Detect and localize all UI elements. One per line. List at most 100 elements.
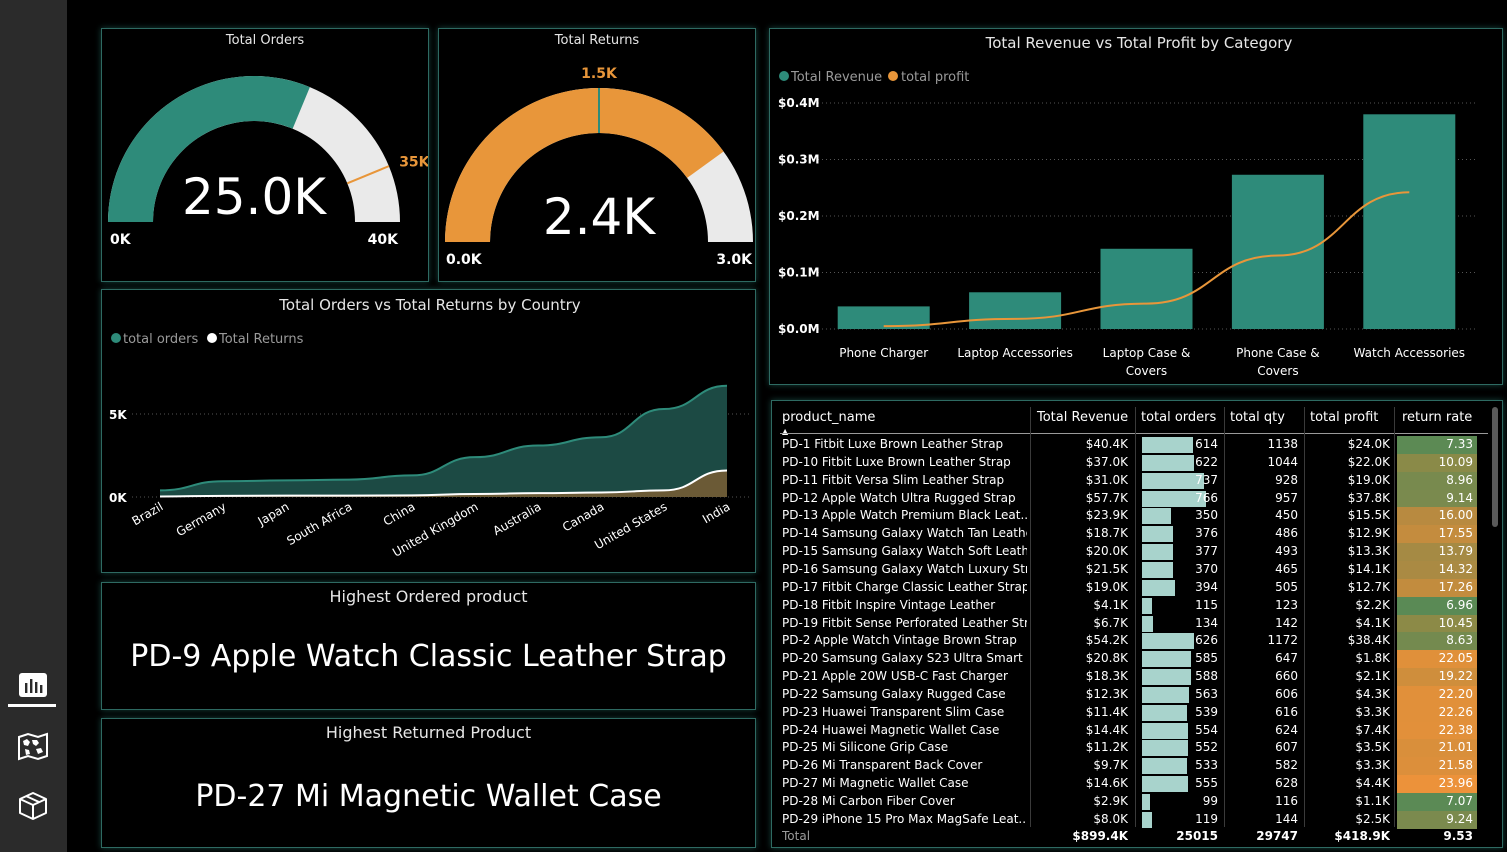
orders-cell: 377 (1195, 544, 1218, 559)
profit-cell: $1.8K (1355, 651, 1390, 666)
column-header-product-name[interactable]: product_name (782, 410, 875, 425)
revenue-cell: $23.9K (1085, 508, 1128, 523)
total-orders-card: Total Orders 35K 0K 40K 25.0K (101, 28, 429, 282)
sort-ascending-icon[interactable]: ▲ (782, 427, 788, 436)
table-row[interactable]: PD-28 Mi Carbon Fiber Cover $2.9K 99 116 $1.… (772, 793, 1482, 811)
product-name-cell: PD-29 iPhone 15 Pro Max MagSafe Leat... (782, 811, 1027, 826)
revenue-cell: $21.5K (1085, 561, 1128, 576)
return-rate-cell: 6.96 (1397, 596, 1477, 615)
column-header-revenue[interactable]: Total Revenue (1037, 410, 1128, 425)
return-rate-value: 6.96 (1446, 597, 1473, 612)
table-row[interactable]: PD-20 Samsung Galaxy S23 Ultra Smart ...… (772, 650, 1482, 669)
table-row[interactable]: PD-29 iPhone 15 Pro Max MagSafe Leat... $… (772, 810, 1482, 829)
revenue-cell: $9.7K (1093, 758, 1128, 773)
table-row[interactable]: PD-12 Apple Watch Ultra Rugged Strap $57.… (772, 489, 1482, 508)
profit-cell: $7.4K (1355, 722, 1390, 737)
profit-cell: $2.5K (1355, 811, 1390, 826)
total-returns-gauge: 1.5K 0.0K 3.0K 2.4K (445, 66, 753, 268)
return-rate-value: 17.55 (1438, 526, 1473, 541)
column-header-profit[interactable]: total profit (1310, 410, 1378, 425)
legend-label-orders: total orders (123, 332, 199, 347)
legend-marker-profit (888, 71, 898, 81)
table-row[interactable]: PD-21 Apple 20W USB-C Fast Charger $18.3K… (772, 668, 1482, 687)
report-icon[interactable] (11, 666, 55, 704)
qty-cell: 607 (1275, 740, 1298, 755)
active-page-indicator (8, 704, 56, 707)
table-row[interactable]: PD-26 Mi Transparent Back Cover $9.7K 533 5… (772, 757, 1482, 776)
qty-cell: 957 (1275, 490, 1298, 505)
table-row[interactable]: PD-10 Fitbit Luxe Brown Leather Strap $37… (772, 453, 1482, 472)
x-tick-label: Japan (255, 499, 292, 528)
total-return-rate: 9.53 (1443, 829, 1473, 843)
return-rate-value: 22.26 (1438, 704, 1473, 719)
return-rate-cell: 10.09 (1397, 453, 1477, 472)
table-row[interactable]: PD-14 Samsung Galaxy Watch Tan Leather $1… (772, 525, 1482, 544)
table-row[interactable]: PD-18 Fitbit Inspire Vintage Leather $4.1… (772, 596, 1482, 615)
table-row[interactable]: PD-27 Mi Magnetic Wallet Case $14.6K 555 62… (772, 775, 1482, 794)
table-row[interactable]: PD-11 Fitbit Versa Slim Leather Strap $31… (772, 471, 1482, 490)
map-icon[interactable] (11, 727, 55, 765)
orders-cell: 376 (1195, 526, 1218, 541)
revenue-cell: $11.4K (1085, 704, 1128, 719)
table-row[interactable]: PD-23 Huawei Transparent Slim Case $11.4K… (772, 703, 1482, 722)
product-name-cell: PD-14 Samsung Galaxy Watch Tan Leather (782, 526, 1027, 541)
profit-cell: $1.1K (1355, 794, 1390, 808)
product-name-cell: PD-12 Apple Watch Ultra Rugged Strap (782, 490, 1016, 505)
table-row[interactable]: PD-25 Mi Silicone Grip Case $11.2K 552 607 $… (772, 739, 1482, 758)
column-header-return-rate[interactable]: return rate (1402, 410, 1472, 425)
table-row[interactable]: PD-16 Samsung Galaxy Watch Luxury Str...… (772, 560, 1482, 579)
column-header-qty[interactable]: total qty (1230, 410, 1285, 425)
highest-ordered-value: PD-9 Apple Watch Classic Leather Strap (130, 639, 727, 674)
product-name-cell: PD-11 Fitbit Versa Slim Leather Strap (782, 472, 1005, 487)
table-row[interactable]: PD-19 Fitbit Sense Perforated Leather St… (772, 614, 1482, 633)
x-tick-label: Germany (174, 499, 229, 539)
orders-cell: 119 (1195, 811, 1218, 826)
profit-cell: $4.1K (1355, 615, 1390, 630)
return-rate-value: 9.24 (1446, 811, 1473, 826)
table-row[interactable]: PD-22 Samsung Galaxy Rugged Case $12.3K 56… (772, 685, 1482, 704)
return-rate-cell: 13.79 (1397, 543, 1477, 562)
profit-cell: $15.5K (1347, 508, 1390, 523)
total-revenue: $899.4K (1072, 829, 1128, 843)
legend-label-profit: total profit (901, 70, 969, 85)
x-tick-label: Brazil (129, 499, 165, 528)
model-icon[interactable] (11, 787, 55, 825)
revenue-cell: $6.7K (1093, 615, 1128, 630)
return-rate-value: 19.22 (1438, 669, 1473, 684)
profit-cell: $2.1K (1355, 669, 1390, 684)
column-header-orders[interactable]: total orders (1141, 410, 1216, 425)
navigation-rail (0, 0, 67, 852)
orders-cell: 563 (1195, 686, 1218, 701)
profit-cell: $3.3K (1355, 704, 1390, 719)
orders-cell: 115 (1195, 597, 1218, 612)
legend-marker-returns (207, 333, 217, 343)
return-rate-cell: 10.45 (1397, 614, 1477, 633)
profit-cell: $22.0K (1347, 454, 1390, 469)
table-row[interactable]: PD-15 Samsung Galaxy Watch Soft Leath...… (772, 543, 1482, 562)
qty-cell: 582 (1275, 758, 1298, 773)
return-rate-cell: 7.33 (1397, 436, 1477, 454)
highest-returned-value: PD-27 Mi Magnetic Wallet Case (195, 779, 662, 814)
table-row[interactable]: PD-2 Apple Watch Vintage Brown Strap $54.… (772, 632, 1482, 651)
revenue-cell: $31.0K (1085, 472, 1128, 487)
revenue-cell: $14.6K (1085, 776, 1128, 791)
table-row[interactable]: PD-24 Huawei Magnetic Wallet Case $14.4K 5… (772, 721, 1482, 740)
qty-cell: 144 (1275, 811, 1298, 826)
table-row[interactable]: PD-1 Fitbit Luxe Brown Leather Strap $40.… (772, 436, 1482, 454)
x-tick-label: India (700, 499, 733, 526)
x-tick-label: Laptop Case & (1103, 346, 1191, 360)
total-profit: $418.9K (1334, 829, 1390, 843)
return-rate-value: 22.20 (1438, 686, 1473, 701)
highest-returned-title: Highest Returned Product (325, 723, 532, 742)
qty-cell: 660 (1275, 669, 1298, 684)
gauge-min-label: 0K (110, 232, 132, 248)
orders-cell: 737 (1195, 472, 1218, 487)
y-tick-label: $0.0M (778, 322, 820, 336)
table-scrollbar[interactable] (1492, 407, 1498, 527)
product-name-cell: PD-27 Mi Magnetic Wallet Case (782, 776, 969, 791)
profit-cell: $12.9K (1347, 526, 1390, 541)
table-row[interactable]: PD-17 Fitbit Charge Classic Leather Stra… (772, 578, 1482, 597)
y-tick-label: 5K (109, 408, 127, 422)
total-orders-gauge: 35K 0K 40K 25.0K (108, 76, 428, 248)
table-row[interactable]: PD-13 Apple Watch Premium Black Leat... $… (772, 507, 1482, 526)
